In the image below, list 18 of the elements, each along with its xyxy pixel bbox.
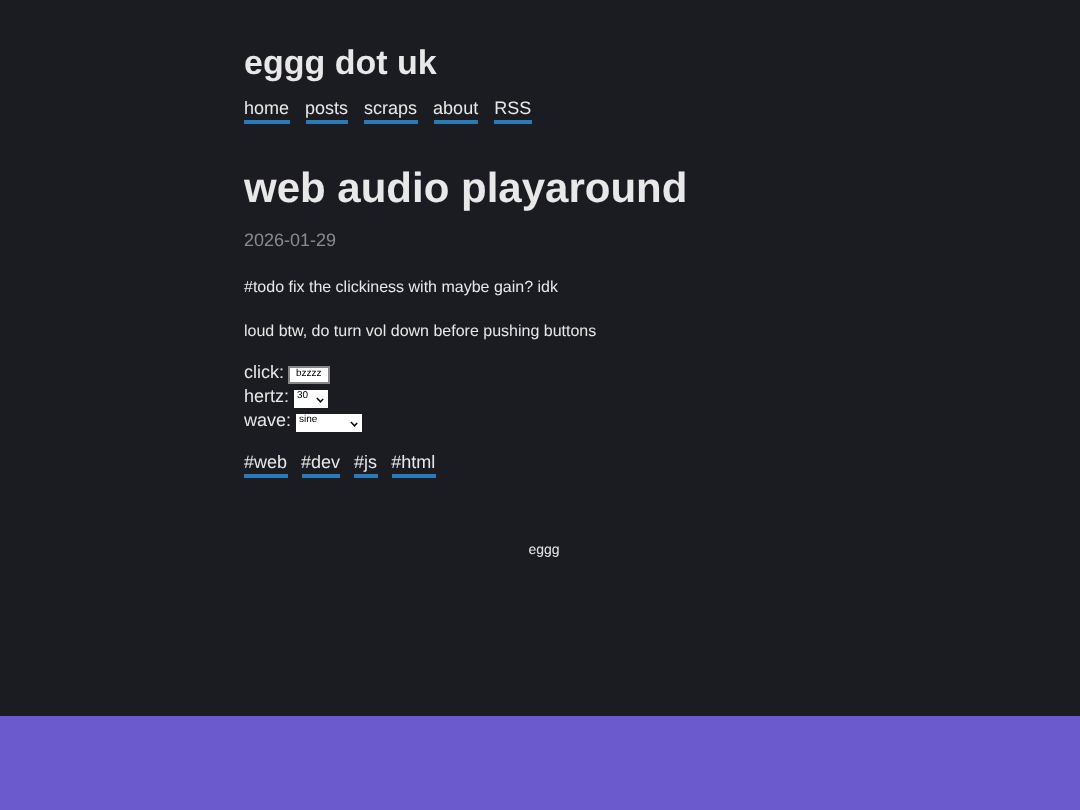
control-label: wave:	[244, 408, 292, 435]
tag-link[interactable]: #web	[244, 451, 288, 477]
post-paragraph: loud btw, do turn vol down before pushing buttons	[244, 319, 599, 343]
post-title: web audio playaround	[244, 164, 690, 216]
control-label: hertz:	[244, 384, 290, 411]
post-paragraph: #todo fix the clickiness with maybe gain? idk	[244, 275, 560, 299]
control-label: click:	[244, 360, 284, 387]
tag-link[interactable]: #html	[391, 451, 436, 477]
nav-link[interactable]: about	[433, 98, 479, 124]
nav-link[interactable]: home	[244, 98, 290, 124]
tag-link[interactable]: #js	[354, 451, 378, 477]
nav-link[interactable]: posts	[305, 98, 349, 124]
nav-link[interactable]: RSS	[494, 98, 532, 124]
caret-icon	[315, 394, 323, 402]
post-date: 2026-01-29	[244, 228, 339, 254]
site-title: eggg dot uk	[244, 42, 439, 86]
tag-link[interactable]: #dev	[301, 451, 341, 477]
nav-link[interactable]: scraps	[364, 98, 418, 124]
